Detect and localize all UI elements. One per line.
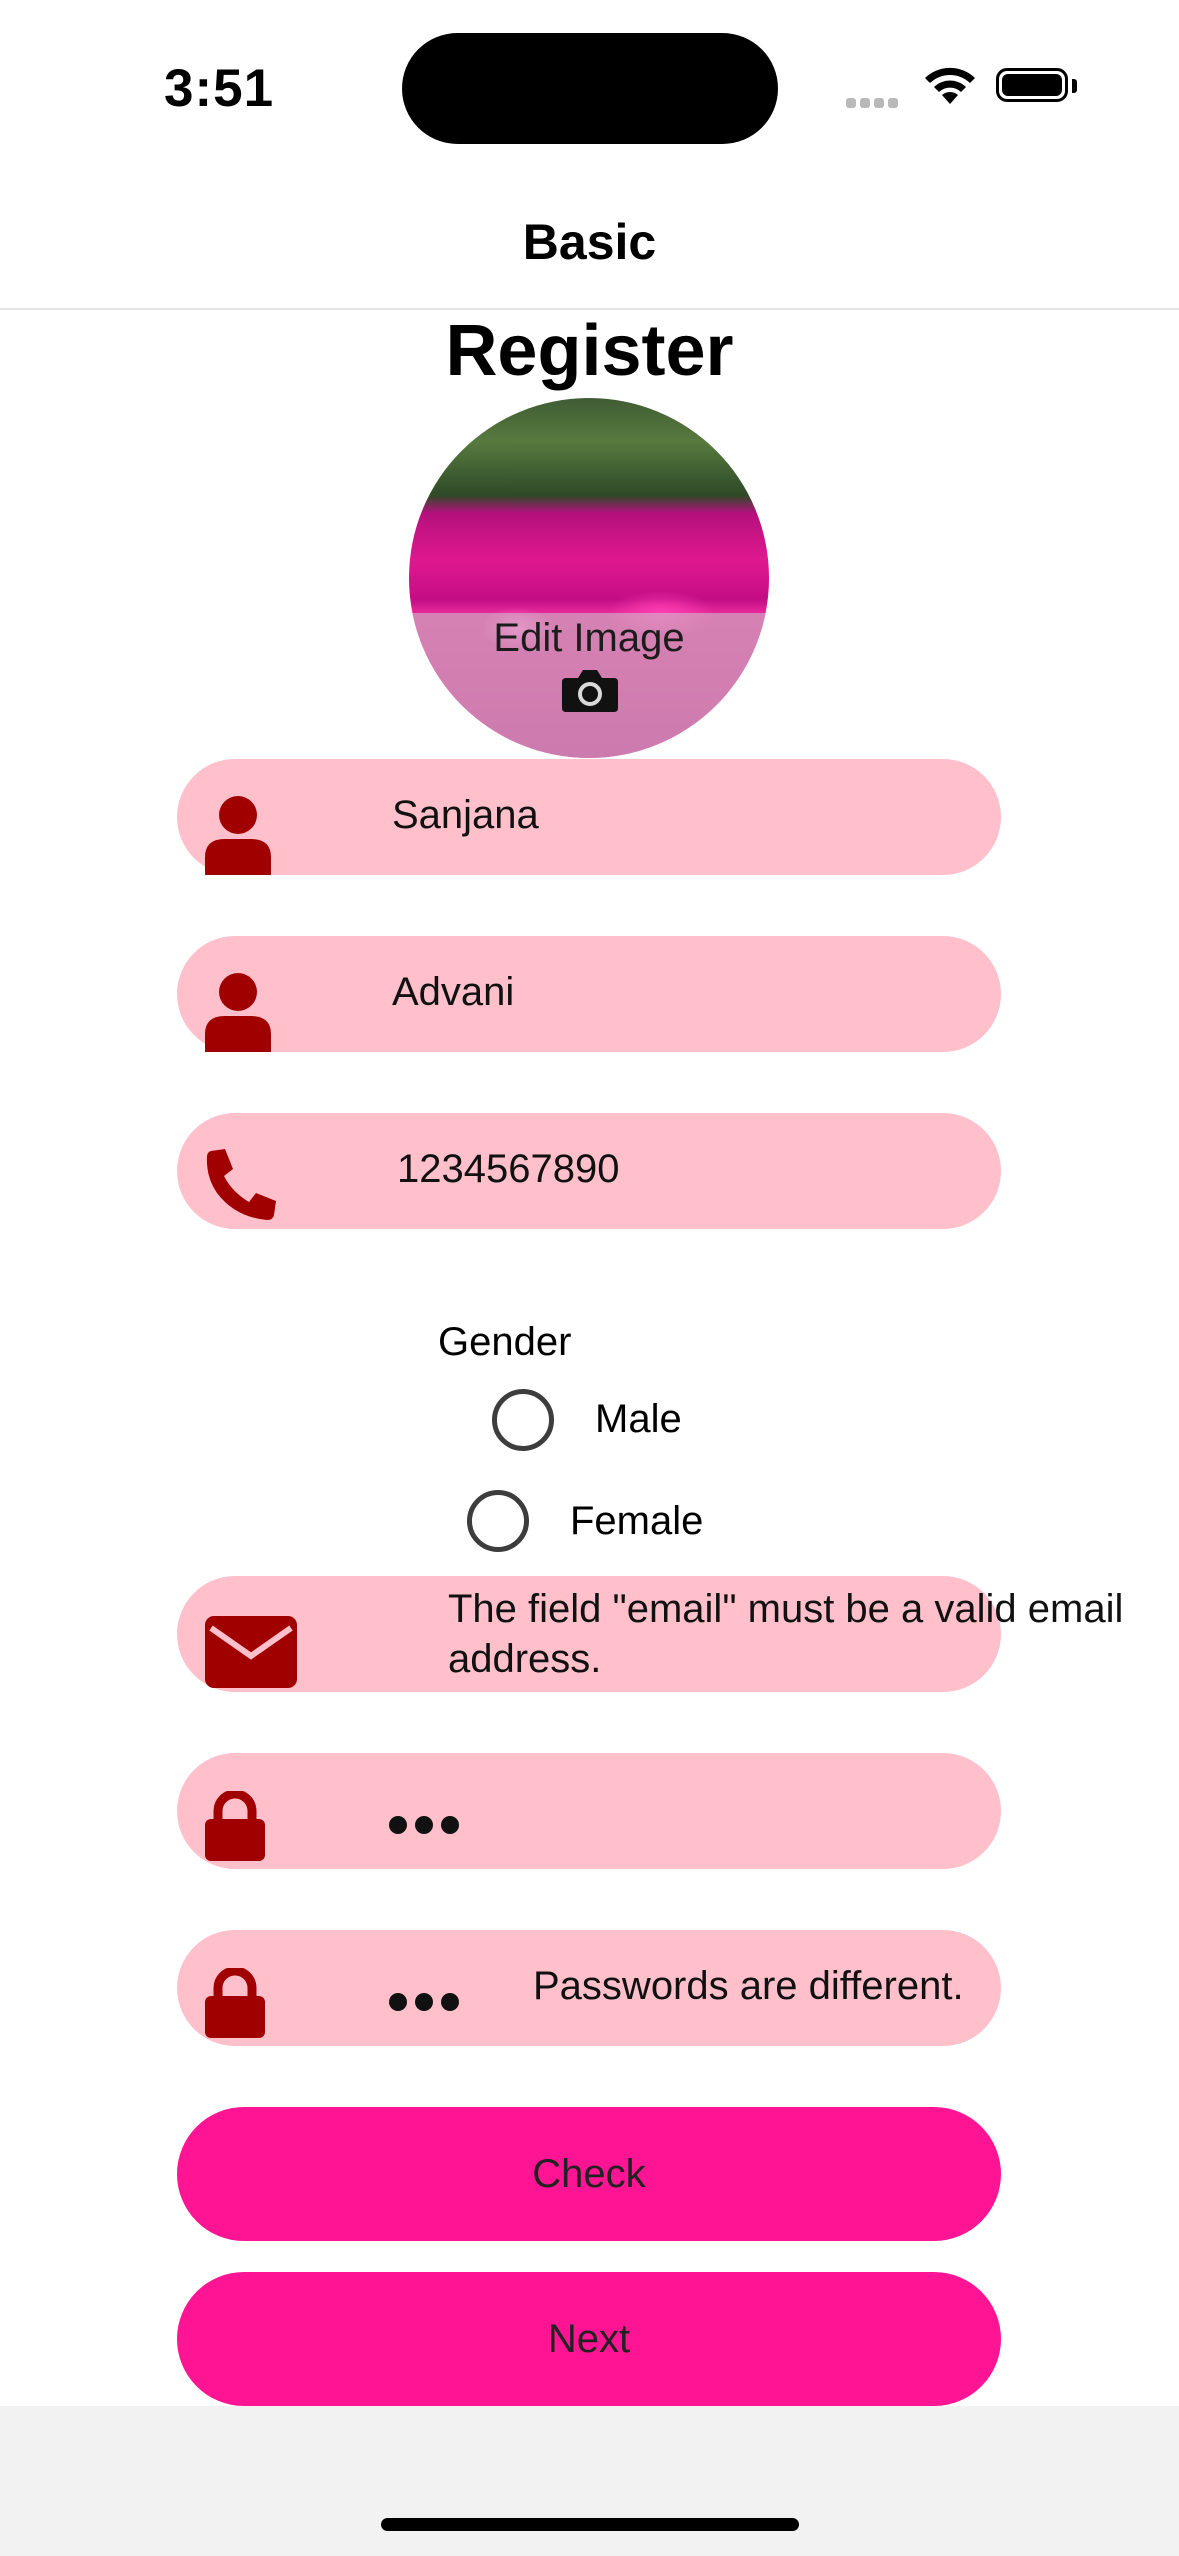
first-name-field[interactable]: Sanjana bbox=[177, 759, 1001, 875]
nav-title: Basic bbox=[522, 214, 657, 270]
last-name-value[interactable]: Advani bbox=[392, 970, 514, 1015]
camera-icon[interactable] bbox=[562, 668, 618, 717]
edit-image-label[interactable]: Edit Image bbox=[409, 616, 769, 661]
envelope-icon bbox=[205, 1616, 297, 1693]
gender-female-label[interactable]: Female bbox=[570, 1499, 703, 1544]
password-field[interactable] bbox=[177, 1753, 1001, 1869]
gender-male-label[interactable]: Male bbox=[595, 1397, 682, 1442]
first-name-value[interactable]: Sanjana bbox=[392, 793, 539, 838]
confirm-password-masked[interactable] bbox=[389, 1976, 467, 2021]
phone-value[interactable]: 1234567890 bbox=[397, 1147, 619, 1192]
gender-female-radio[interactable] bbox=[467, 1490, 529, 1552]
lock-icon bbox=[205, 1966, 265, 2043]
person-icon bbox=[205, 795, 271, 880]
next-button[interactable]: Next bbox=[177, 2272, 1001, 2406]
email-error-text: The field "email" must be a valid email … bbox=[448, 1587, 1124, 1681]
phone-icon bbox=[205, 1147, 279, 1226]
phone-field[interactable]: 1234567890 bbox=[177, 1113, 1001, 1229]
profile-image[interactable]: Edit Image bbox=[409, 398, 769, 758]
password-masked[interactable] bbox=[389, 1799, 467, 1844]
battery-icon bbox=[996, 68, 1068, 102]
last-name-field[interactable]: Advani bbox=[177, 936, 1001, 1052]
home-indicator[interactable] bbox=[381, 2518, 799, 2531]
check-button[interactable]: Check bbox=[177, 2107, 1001, 2241]
lock-icon bbox=[205, 1789, 265, 1866]
gender-label: Gender bbox=[438, 1320, 572, 1364]
wifi-icon bbox=[922, 66, 978, 111]
status-time: 3:51 bbox=[164, 59, 275, 118]
cellular-signal-icon bbox=[846, 95, 902, 113]
bottom-safe-area bbox=[0, 2406, 1179, 2556]
dynamic-island bbox=[402, 33, 778, 144]
confirm-password-field[interactable]: Passwords are different. bbox=[177, 1930, 1001, 2046]
gender-male-radio[interactable] bbox=[492, 1389, 554, 1451]
battery-nub bbox=[1072, 79, 1077, 93]
confirm-password-error: Passwords are different. bbox=[533, 1964, 964, 2008]
page-title: Register bbox=[445, 311, 734, 391]
person-icon bbox=[205, 972, 271, 1057]
